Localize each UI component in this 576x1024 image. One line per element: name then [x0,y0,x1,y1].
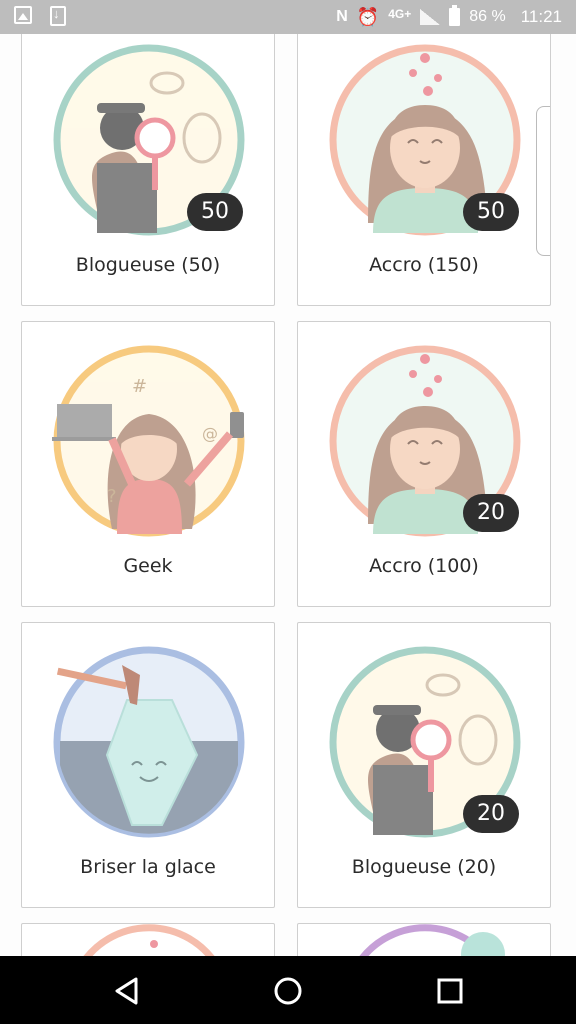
iceberg-icon [52,645,246,839]
home-icon[interactable] [271,974,305,1008]
badge-count: 20 [463,494,519,532]
gallery-notification-icon [14,6,32,24]
side-drawer-handle[interactable] [536,106,550,256]
nfc-icon: N [336,8,348,25]
badge-label: Briser la glace [80,856,216,878]
signal-icon [420,9,441,25]
network-type: 4G+ [388,7,412,21]
badge-label: Blogueuse (50) [75,254,221,276]
badge-count: 50 [187,193,243,231]
partial-badge-art [359,924,505,956]
recents-icon[interactable] [433,974,467,1008]
status-bar: N ⏰ 4G+ 86 % 11:21 [0,0,576,34]
partial-badge-art [83,924,215,956]
svg-text:@: @ [202,424,218,443]
badge-card-blogueuse-20[interactable]: 20 Blogueuse (20) [297,622,551,908]
clock: 11:21 [520,7,562,26]
geek-girl-icon: # @ ? [52,344,246,538]
badge-count: 50 [463,193,519,231]
download-notification-icon [50,6,66,26]
badge-card-partial[interactable] [21,923,275,956]
badge-label: Blogueuse (20) [351,856,497,878]
svg-text:?: ? [107,486,117,507]
badge-card-accro-150[interactable]: 50 Accro (150) [297,34,551,306]
battery-icon [449,5,461,26]
badge-count: 20 [463,795,519,833]
badge-label: Accro (100) [369,555,479,577]
alarm-icon: ⏰ [356,6,380,27]
badge-label: Geek [123,555,173,577]
badge-card-geek[interactable]: # @ ? Geek [21,321,275,607]
badge-card-blogueuse-50[interactable]: 50 Blogueuse (50) [21,34,275,306]
badge-card-briser-la-glace[interactable]: Briser la glace [21,622,275,908]
badge-label: Accro (150) [369,254,479,276]
svg-text:#: # [132,376,147,397]
navigation-bar [0,956,576,1024]
screen: N ⏰ 4G+ 86 % 11:21 [0,0,576,1024]
badge-grid[interactable]: 50 Blogueuse (50) 50 Accro (150) # @ ? G… [0,34,576,956]
badge-card-accro-100[interactable]: 20 Accro (100) [297,321,551,607]
battery-percent: 86 % [469,8,506,25]
badge-card-partial[interactable] [297,923,551,956]
back-icon[interactable] [110,974,144,1008]
